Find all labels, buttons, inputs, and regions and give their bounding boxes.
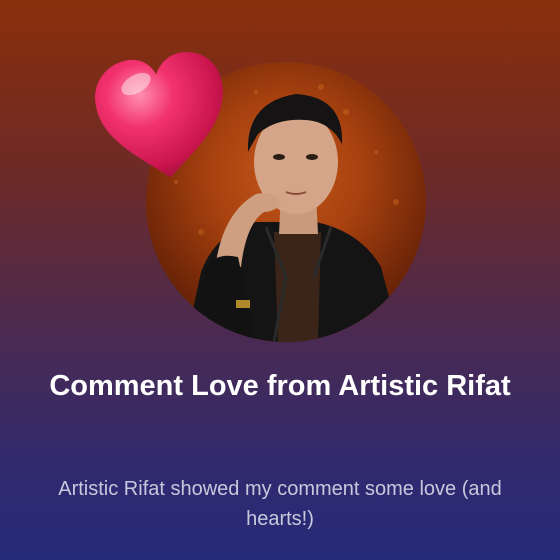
notification-title: Comment Love from Artistic Rifat — [49, 370, 511, 402]
notification-message: Artistic Rifat showed my comment some lo… — [58, 478, 502, 530]
comment-love-card: Comment Love from Artistic Rifat Artisti… — [0, 0, 560, 560]
heart-icon — [94, 50, 230, 182]
